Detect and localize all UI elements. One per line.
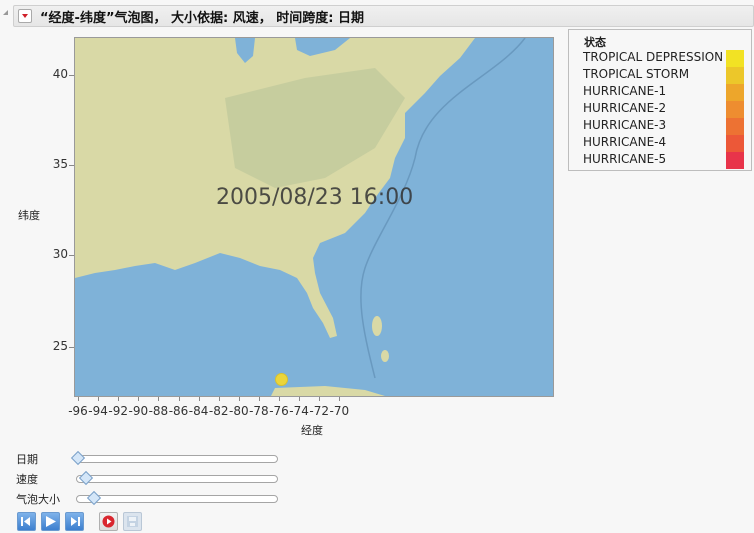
red-triangle-menu-icon[interactable] (18, 9, 32, 23)
map-background (75, 38, 553, 396)
y-tick-mark (69, 347, 74, 348)
play-button[interactable] (41, 512, 60, 531)
legend-swatch (726, 118, 744, 135)
legend-swatch (726, 135, 744, 152)
record-icon (102, 515, 115, 528)
save-icon (127, 516, 138, 527)
bubble-size-slider[interactable] (76, 490, 278, 506)
date-slider[interactable] (70, 450, 278, 466)
y-tick-label: 25 (52, 339, 68, 353)
y-tick-mark (69, 75, 74, 76)
x-axis-label: 经度 (301, 424, 323, 437)
x-tick-mark (198, 397, 200, 401)
x-tick-label: -70 (329, 404, 350, 418)
save-button[interactable] (123, 512, 142, 531)
legend-swatch (726, 101, 744, 118)
x-tick-mark (98, 397, 100, 401)
x-tick-mark (178, 397, 180, 401)
x-tick-mark (258, 397, 260, 401)
x-tick-mark (158, 397, 160, 401)
legend-swatch (726, 84, 744, 101)
x-tick-mark (118, 397, 120, 401)
record-button[interactable] (99, 512, 118, 531)
legend-item[interactable]: HURRICANE-3 (583, 118, 666, 135)
x-tick-mark (78, 397, 79, 401)
report-title: “经度-纬度”气泡图， 大小依据: 风速， 时间跨度: 日期 (40, 11, 364, 26)
step-back-button[interactable] (17, 512, 36, 531)
x-tick-mark (138, 397, 140, 401)
storm-bubble[interactable] (275, 373, 288, 387)
y-tick-label: 30 (52, 247, 68, 261)
x-tick-mark (218, 397, 220, 401)
y-tick-mark (69, 255, 74, 256)
legend-title: 状态 (584, 36, 606, 49)
legend-swatch (726, 152, 744, 169)
y-tick-mark (69, 165, 74, 166)
x-tick-mark (279, 397, 280, 401)
step-forward-button[interactable] (65, 512, 84, 531)
legend-item[interactable]: HURRICANE-2 (583, 101, 666, 118)
map-plot-area[interactable] (74, 37, 554, 397)
y-axis-label: 纬度 (18, 209, 40, 222)
legend-swatch (726, 50, 744, 67)
slider-thumb[interactable] (78, 470, 94, 486)
slider-thumb[interactable] (70, 450, 86, 466)
disclosure-triangle-icon[interactable] (3, 10, 8, 15)
legend: 状态 TROPICAL DEPRESSION TROPICAL STORM HURR… (568, 29, 752, 171)
x-tick-mark (319, 397, 321, 401)
slider-thumb[interactable] (86, 490, 102, 506)
y-tick-label: 35 (52, 157, 68, 171)
slider-label-bubble-size: 气泡大小 (16, 493, 60, 506)
play-icon (46, 516, 56, 527)
slider-label-speed: 速度 (16, 473, 38, 486)
legend-item[interactable]: HURRICANE-4 (583, 135, 666, 152)
step-forward-icon (71, 517, 80, 526)
animation-timestamp: 2005/08/23 16:00 (216, 185, 414, 210)
y-tick-label: 40 (52, 67, 68, 81)
x-tick-mark (339, 397, 341, 401)
legend-item[interactable]: TROPICAL DEPRESSION (583, 50, 723, 67)
speed-slider[interactable] (76, 470, 278, 486)
legend-item[interactable]: HURRICANE-5 (583, 152, 666, 169)
x-tick-mark (238, 397, 240, 401)
legend-item[interactable]: HURRICANE-1 (583, 84, 666, 101)
legend-swatch (726, 67, 744, 84)
slider-label-date: 日期 (16, 453, 38, 466)
x-tick-mark (299, 397, 301, 401)
legend-item[interactable]: TROPICAL STORM (583, 67, 689, 84)
report-title-bar: “经度-纬度”气泡图， 大小依据: 风速， 时间跨度: 日期 (13, 5, 754, 27)
step-back-icon (21, 517, 30, 526)
